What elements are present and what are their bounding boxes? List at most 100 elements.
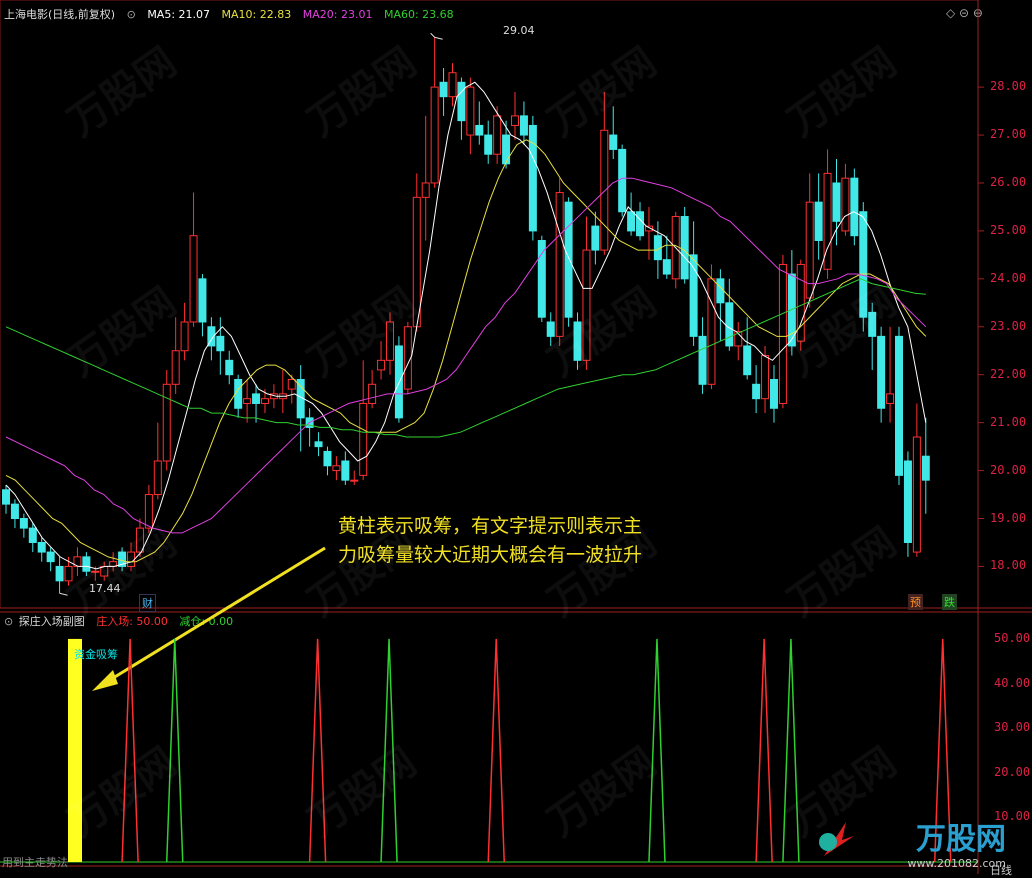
candle-body (260, 398, 269, 404)
candle (243, 379, 252, 423)
candle-body (841, 177, 850, 232)
candle-body (618, 148, 627, 213)
candle-body (46, 551, 55, 563)
candle (341, 451, 350, 485)
y-tick-label: 18.00 (990, 558, 1027, 573)
bottom-left-text: 用到主走势法 (2, 856, 68, 869)
candle (769, 365, 778, 423)
candle-body (627, 211, 636, 232)
candle-body (475, 124, 484, 136)
candle (921, 417, 930, 514)
candle (912, 403, 921, 557)
candle (37, 537, 46, 562)
candle (216, 317, 225, 375)
candle (19, 513, 28, 538)
candle (234, 374, 243, 418)
y-tick-label: 22.00 (990, 366, 1027, 381)
candle-body (752, 383, 761, 400)
candle (877, 326, 886, 423)
candle (350, 470, 359, 485)
sub-y-tick-label: 40.00 (994, 675, 1031, 690)
candle (332, 456, 341, 481)
candle-body (225, 359, 234, 376)
candle-body (439, 81, 448, 98)
candle (680, 206, 689, 284)
cai-tag[interactable]: 财 (139, 594, 156, 612)
candle (618, 144, 627, 217)
candle-body (743, 345, 752, 376)
yu-tag[interactable]: 预 (908, 594, 923, 610)
candle-body (850, 177, 859, 237)
candle (814, 173, 823, 260)
red-spike (755, 638, 773, 863)
candle-body (350, 479, 359, 482)
candle-body (662, 259, 671, 275)
candle-body (466, 86, 475, 136)
candle-body (698, 335, 707, 385)
candle-body (636, 211, 645, 237)
candle (475, 101, 484, 145)
candle (198, 274, 207, 337)
candle-body (519, 115, 528, 136)
die-tag[interactable]: 跌 (942, 594, 957, 610)
candle (296, 365, 305, 452)
high-marker (430, 32, 443, 40)
candle-body (19, 518, 28, 529)
candle (359, 360, 368, 481)
candle (823, 149, 832, 279)
candle-body (484, 134, 493, 155)
candle (493, 106, 502, 164)
candle (10, 499, 19, 529)
candle-body (243, 398, 252, 404)
candle-body (448, 72, 457, 98)
candle (644, 206, 653, 260)
candle (314, 432, 323, 457)
candle-body (153, 460, 162, 496)
candle (752, 365, 761, 414)
sub-y-tick-label: 50.00 (994, 630, 1031, 645)
candle (305, 408, 314, 447)
green-spike (648, 638, 666, 863)
candle-body (287, 379, 296, 390)
candle-body (359, 402, 368, 476)
candle-body (707, 278, 716, 385)
candle-body (564, 201, 573, 318)
candle-body (430, 86, 439, 184)
candle (225, 350, 234, 385)
candle (636, 202, 645, 241)
candle-body (252, 393, 261, 404)
candle-body (332, 465, 341, 472)
candle (153, 422, 162, 500)
logo-text: 万股网 (916, 822, 1006, 857)
candle-body (877, 335, 886, 409)
y-tick-label: 19.00 (990, 510, 1027, 525)
candle (439, 67, 448, 116)
annotation-arrowhead (92, 670, 118, 691)
candle (323, 446, 332, 476)
candle (903, 451, 912, 557)
candle (394, 336, 403, 423)
y-tick-label: 28.00 (990, 79, 1027, 94)
candle (46, 547, 55, 572)
candle (189, 192, 198, 327)
candle (707, 264, 716, 390)
candle (457, 77, 466, 140)
candle (689, 221, 698, 346)
candle-body (895, 335, 903, 476)
candle-body (886, 393, 895, 404)
candle (466, 77, 475, 155)
y-tick-label: 20.00 (990, 462, 1027, 477)
high-price-label: 29.04 (503, 24, 535, 37)
candle-body (421, 182, 430, 198)
candle (627, 192, 636, 236)
candle-body (28, 527, 37, 543)
sub-y-tick-label: 20.00 (994, 764, 1031, 779)
candle (519, 101, 528, 145)
candle-body (341, 460, 350, 481)
candle-body (814, 201, 823, 241)
candle-body (725, 302, 734, 347)
candle-body (903, 460, 912, 543)
candle (850, 168, 859, 246)
candle-body (368, 383, 377, 404)
candle (805, 173, 814, 308)
